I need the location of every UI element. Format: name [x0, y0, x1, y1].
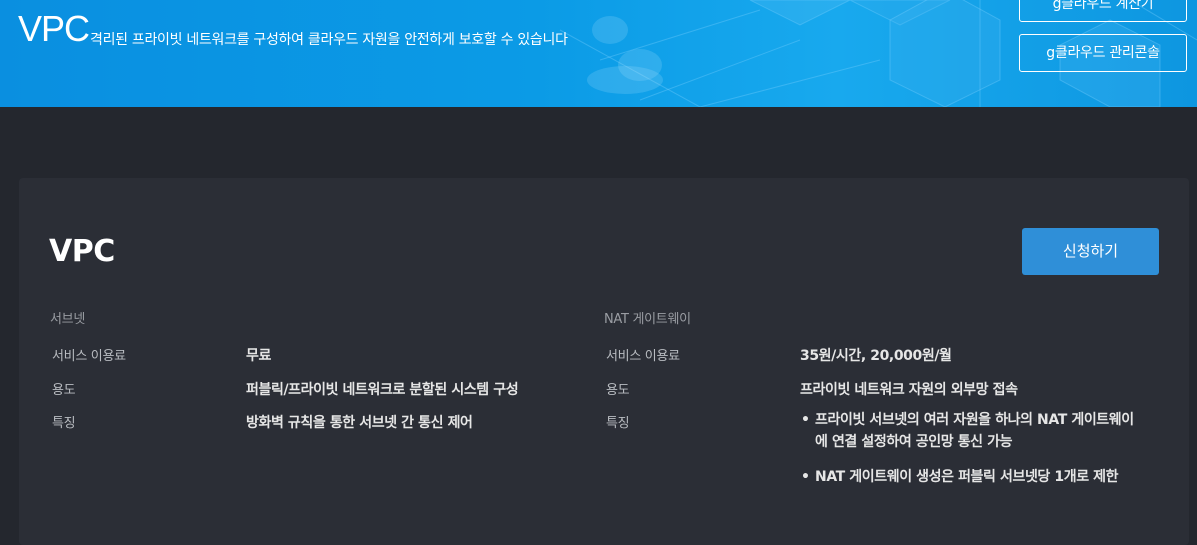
- subnet-usage-value: 퍼블릭/프라이빗 네트워크로 분할된 시스템 구성: [246, 382, 519, 398]
- nat-feature-bullet: 프라이빗 서브넷의 여러 자원을 하나의 NAT 게이트웨이에 연결 설정하여 …: [801, 409, 1145, 453]
- hero-network-illustration: [559, 0, 1197, 107]
- nat-feature-key: 특징: [606, 416, 630, 431]
- nat-section-label: NAT 게이트웨이: [604, 312, 691, 327]
- subnet-section-label: 서브넷: [50, 312, 85, 327]
- cloud-console-button[interactable]: g클라우드 관리콘솔: [1019, 34, 1187, 72]
- subnet-feature-key: 특징: [52, 416, 76, 431]
- vpc-product-card: VPC 신청하기 서브넷 서비스 이용료 무료 용도 퍼블릭/프라이빗 네트워크…: [19, 178, 1189, 545]
- nat-fee-value: 35원/시간, 20,000원/월: [800, 348, 952, 364]
- hero-title: VPC: [18, 8, 90, 49]
- subnet-usage-key: 용도: [52, 383, 76, 398]
- card-title: VPC: [49, 234, 115, 269]
- cloud-calculator-button[interactable]: g클라우드 계산기: [1019, 0, 1187, 22]
- spacer: [0, 107, 1197, 178]
- nat-usage-value: 프라이빗 네트워크 자원의 외부망 접속: [800, 382, 1018, 398]
- subnet-fee-value: 무료: [246, 348, 271, 364]
- hero-banner: VPC 격리된 프라이빗 네트워크를 구성하여 클라우드 자원을 안전하게 보호…: [0, 0, 1197, 107]
- hero-description: 격리된 프라이빗 네트워크를 구성하여 클라우드 자원을 안전하게 보호할 수 …: [90, 32, 568, 48]
- nat-usage-key: 용도: [606, 383, 630, 398]
- apply-button[interactable]: 신청하기: [1022, 228, 1159, 275]
- nat-feature-bullet: NAT 게이트웨이 생성은 퍼블릭 서브넷당 1개로 제한: [801, 466, 1145, 488]
- nat-fee-key: 서비스 이용료: [606, 349, 680, 364]
- subnet-fee-key: 서비스 이용료: [52, 349, 126, 364]
- subnet-feature-value: 방화벽 규칙을 통한 서브넷 간 통신 제어: [246, 415, 473, 431]
